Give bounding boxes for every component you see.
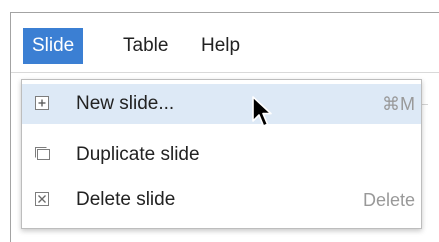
menu-item-new-slide-label: New slide... — [76, 93, 175, 114]
menu-slide-label: Slide — [32, 35, 75, 56]
menu-item-delete-slide[interactable]: Delete slide Delete — [22, 180, 421, 220]
menu-item-new-slide-shortcut: ⌘M — [382, 94, 415, 114]
menu-item-duplicate-slide[interactable]: Duplicate slide — [22, 135, 421, 175]
menu-item-delete-slide-label: Delete slide — [76, 189, 176, 210]
menu-item-duplicate-slide-label: Duplicate slide — [76, 144, 200, 165]
menu-table-label: Table — [123, 35, 169, 56]
menu-item-new-slide[interactable]: New slide... ⌘M — [22, 84, 421, 124]
menu-help-label: Help — [201, 35, 241, 56]
menu-table[interactable]: Table — [114, 28, 177, 64]
menu-help[interactable]: Help — [192, 28, 249, 64]
duplicate-icon — [35, 147, 50, 160]
menu-item-delete-slide-shortcut: Delete — [362, 190, 415, 210]
plus-square-icon — [35, 96, 49, 110]
x-square-icon — [35, 192, 49, 206]
menu-slide[interactable]: Slide — [23, 28, 84, 64]
menubar: Slide Table Help — [11, 13, 439, 73]
mouse-cursor-icon — [252, 96, 272, 127]
slide-menu-dropdown: New slide... ⌘M Duplicate slide Delete s… — [21, 79, 422, 229]
